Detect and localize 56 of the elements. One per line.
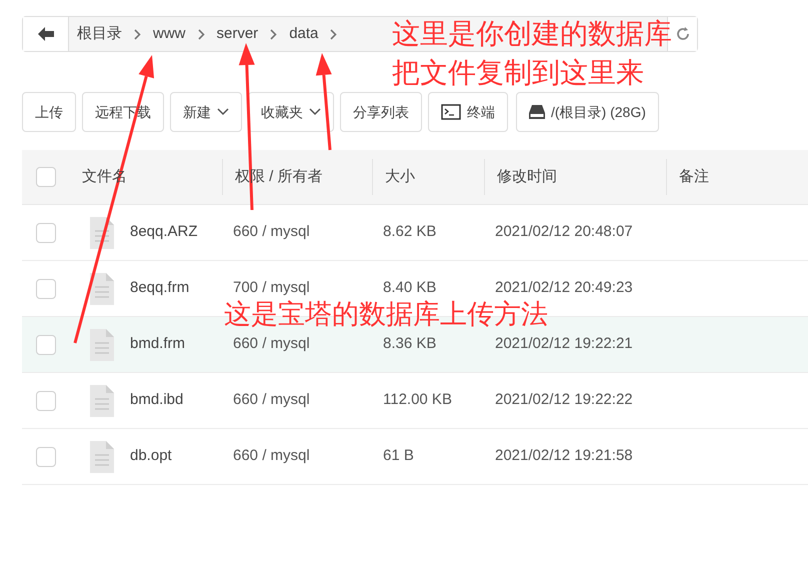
chevron-icon bbox=[270, 28, 278, 40]
file-icon bbox=[90, 384, 114, 416]
date-text: 2021/02/12 20:48:07 bbox=[495, 223, 633, 240]
column-header[interactable]: 大小 bbox=[385, 166, 415, 188]
checkbox[interactable] bbox=[36, 446, 56, 466]
breadcrumb-link[interactable]: data bbox=[289, 22, 318, 46]
back-arrow-icon bbox=[38, 27, 54, 41]
file-name[interactable]: bmd.frm bbox=[130, 333, 186, 356]
date-text: 2021/02/12 20:49:23 bbox=[495, 279, 633, 296]
permission-text: 660 / mysql bbox=[233, 223, 310, 240]
permission-text: 660 / mysql bbox=[233, 447, 310, 464]
file-icon bbox=[90, 272, 114, 304]
file-icon bbox=[90, 328, 114, 360]
checkbox[interactable] bbox=[36, 167, 56, 187]
checkbox[interactable] bbox=[36, 278, 56, 298]
toolbar-button[interactable]: /(根目录) (28G) bbox=[516, 92, 659, 132]
size-text: 8.40 KB bbox=[383, 279, 436, 296]
file-icon bbox=[90, 440, 114, 472]
annotation-text: 这里是你创建的数据库 bbox=[392, 17, 672, 51]
caret-icon bbox=[217, 108, 229, 116]
permission-text: 700 / mysql bbox=[233, 279, 310, 296]
terminal-icon bbox=[441, 104, 461, 120]
hard-drive-icon bbox=[529, 105, 545, 119]
date-text: 2021/02/12 19:22:21 bbox=[495, 335, 633, 352]
checkbox[interactable] bbox=[36, 390, 56, 410]
size-text: 8.36 KB bbox=[383, 335, 436, 352]
size-text: 8.62 KB bbox=[383, 223, 436, 240]
back-button[interactable] bbox=[23, 17, 69, 51]
file-name[interactable]: db.opt bbox=[130, 445, 172, 468]
breadcrumb-link[interactable]: server bbox=[216, 22, 258, 46]
file-name[interactable]: 8eqq.frm bbox=[130, 277, 190, 300]
permission-text: 660 / mysql bbox=[233, 335, 310, 352]
chevron-icon bbox=[198, 28, 204, 40]
column-header[interactable]: 修改时间 bbox=[497, 166, 557, 188]
toolbar-button[interactable]: 收藏夹 bbox=[248, 92, 334, 132]
size-text: 61 B bbox=[383, 447, 414, 464]
size-text: 112.00 KB bbox=[383, 391, 452, 408]
toolbar-button[interactable]: 分享列表 bbox=[340, 92, 422, 132]
chevron-icon bbox=[134, 28, 141, 40]
toolbar-button[interactable]: 终端 bbox=[428, 92, 508, 132]
date-text: 2021/02/12 19:22:22 bbox=[495, 391, 633, 408]
file-name[interactable]: 8eqq.ARZ bbox=[130, 221, 198, 244]
date-text: 2021/02/12 19:21:58 bbox=[495, 447, 633, 464]
refresh-icon bbox=[676, 27, 690, 41]
file-name[interactable]: bmd.ibd bbox=[130, 389, 184, 412]
column-header[interactable]: 备注 bbox=[679, 166, 709, 188]
checkbox[interactable] bbox=[36, 222, 56, 242]
chevron-icon bbox=[330, 28, 338, 40]
toolbar-button[interactable]: 上传 bbox=[22, 92, 76, 132]
toolbar-button[interactable]: 新建 bbox=[170, 92, 242, 132]
annotation-text: 把文件复制到这里来 bbox=[392, 56, 644, 90]
breadcrumb-link[interactable]: 根目录 bbox=[77, 22, 122, 46]
checkbox[interactable] bbox=[36, 334, 56, 354]
caret-icon bbox=[309, 108, 321, 116]
permission-text: 660 / mysql bbox=[233, 391, 310, 408]
breadcrumb-link[interactable]: www bbox=[153, 22, 186, 46]
